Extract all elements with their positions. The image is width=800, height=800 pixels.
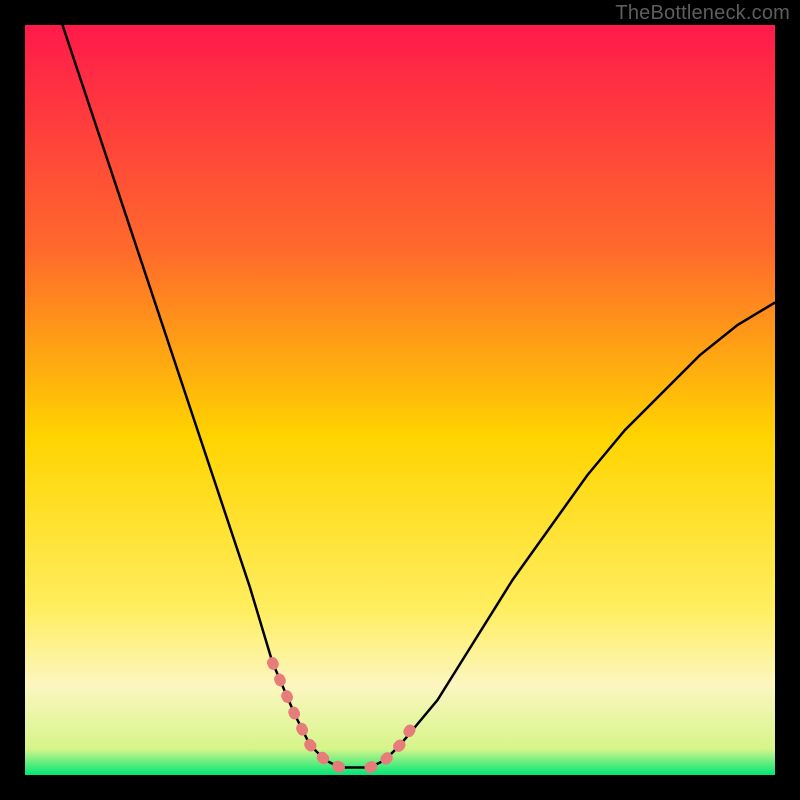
gradient-bg [25, 25, 775, 775]
bottleneck-plot [25, 25, 775, 775]
chart-frame [25, 25, 775, 775]
watermark-text: TheBottleneck.com [615, 2, 790, 25]
